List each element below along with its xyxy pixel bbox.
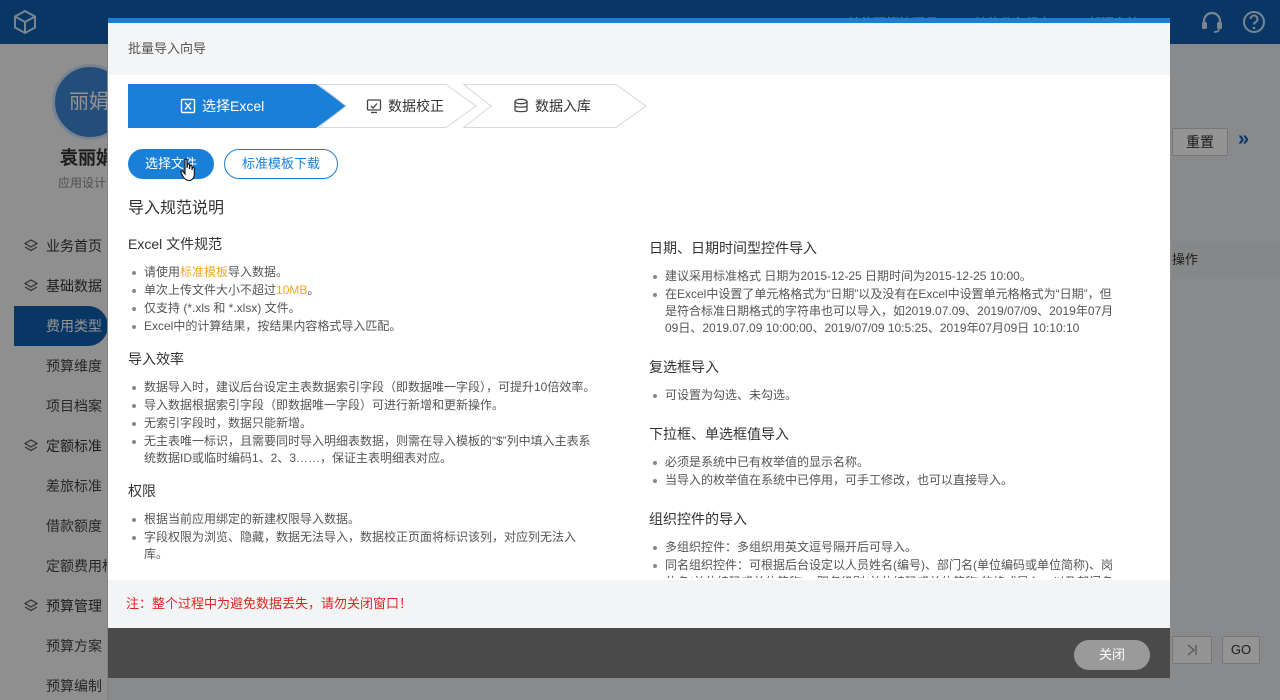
section-title: 日期、日期时间型控件导入 [649,240,817,256]
step-label: 数据校正 [388,98,444,114]
modal-footer: 关闭 [108,628,1170,678]
section-title: 权限 [128,483,156,499]
list-item: 可设置为勾选、未勾选。 [649,387,1119,404]
list-item: 同名组织控件：可根据后台设定以人员姓名(编号)、部门名(单位编码或单位简称)、岗… [649,557,1119,578]
step-data-correction[interactable]: 数据校正 [318,84,478,128]
step-label: 数据入库 [535,98,591,114]
list-item: 当导入的枚举值在系统中已停用，可手工修改，也可以直接导入。 [649,472,1119,489]
monitor-check-icon [366,99,382,114]
list-item: 仅支持 (*.xls 和 *.xlsx) 文件。 [128,300,598,317]
rules-section: 组织控件的导入 多组织控件：多组织用英文逗号隔开后可导入。 同名组织控件：可根据… [649,509,1119,578]
section-title: 组织控件的导入 [649,511,747,527]
rules-right-column: 日期、日期时间型控件导入 建议采用标准格式 日期为2015-12-25 日期时间… [649,238,1119,578]
list-item: 数据导入时，建议后台设定主表数据索引字段（即数据唯一字段），可提升10倍效率。 [128,379,598,396]
template-download-button[interactable]: 标准模板下载 [224,149,338,179]
hand-cursor-icon [180,158,195,182]
rules-section: 导入效率 数据导入时，建议后台设定主表数据索引字段（即数据唯一字段），可提升10… [128,349,598,467]
section-title: 复选框导入 [649,359,719,375]
rules-left-column: Excel 文件规范 请使用标准模板导入数据。 单次上传文件大小不超过10MB。… [128,234,598,577]
step-label: 选择Excel [202,98,265,114]
close-button[interactable]: 关闭 [1074,640,1150,670]
list-item: 单次上传文件大小不超过10MB。 [128,282,598,299]
import-rules-content: 导入规范说明 Excel 文件规范 请使用标准模板导入数据。 单次上传文件大小不… [128,194,1158,578]
list-item: 在Excel中设置了单元格格式为“日期”以及没有在Excel中设置单元格格式为“… [649,286,1119,337]
select-file-button[interactable]: 选择文件 [128,149,214,179]
rules-section: 权限 根据当前应用绑定的新建权限导入数据。 字段权限为浏览、隐藏，数据无法导入，… [128,481,598,563]
import-wizard-modal: 批量导入向导 选择Excel 数据校正 数据入库 选择文件 标准模板下载 导入规… [108,18,1170,678]
step-select-excel[interactable]: 选择Excel [128,84,348,128]
list-item: 根据当前应用绑定的新建权限导入数据。 [128,511,598,528]
list-item: 必须是系统中已有枚举值的显示名称。 [649,454,1119,471]
list-item: 多组织控件：多组织用英文逗号隔开后可导入。 [649,539,1119,556]
list-item: 请使用标准模板导入数据。 [128,264,598,281]
rules-heading: 导入规范说明 [128,200,225,217]
section-title: 下拉框、单选框值导入 [649,426,789,442]
rules-section: Excel 文件规范 请使用标准模板导入数据。 单次上传文件大小不超过10MB。… [128,234,598,335]
rules-section: 日期、日期时间型控件导入 建议采用标准格式 日期为2015-12-25 日期时间… [649,238,1119,337]
excel-file-icon [180,98,196,114]
rules-section: 下拉框、单选框值导入 必须是系统中已有枚举值的显示名称。 当导入的枚举值在系统中… [649,424,1119,489]
step-data-store[interactable]: 数据入库 [463,84,648,128]
rules-section: 复选框导入 可设置为勾选、未勾选。 [649,357,1119,404]
list-item: 字段权限为浏览、隐藏，数据无法导入，数据校正页面将标识该列，对应列无法入库。 [128,529,598,563]
section-title: 导入效率 [128,351,184,367]
list-item: 建议采用标准格式 日期为2015-12-25 日期时间为2015-12-25 1… [649,268,1119,285]
template-link[interactable]: 标准模板 [180,265,228,279]
wizard-steps: 选择Excel 数据校正 数据入库 [128,84,648,128]
list-item: Excel中的计算结果，按结果内容格式导入匹配。 [128,318,598,335]
modal-title: 批量导入向导 [108,23,1170,75]
list-item: 无索引字段时，数据只能新增。 [128,415,598,432]
section-title: Excel 文件规范 [128,236,223,252]
database-icon [514,98,528,113]
list-item: 无主表唯一标识，且需要同时导入明细表数据，则需在导入模板的“$”列中填入主表系统… [128,433,598,467]
list-item: 导入数据根据索引字段（即数据唯一字段）可进行新增和更新操作。 [128,397,598,414]
warning-message: 注：整个过程中为避免数据丢失，请勿关闭窗口！ [108,580,1170,628]
